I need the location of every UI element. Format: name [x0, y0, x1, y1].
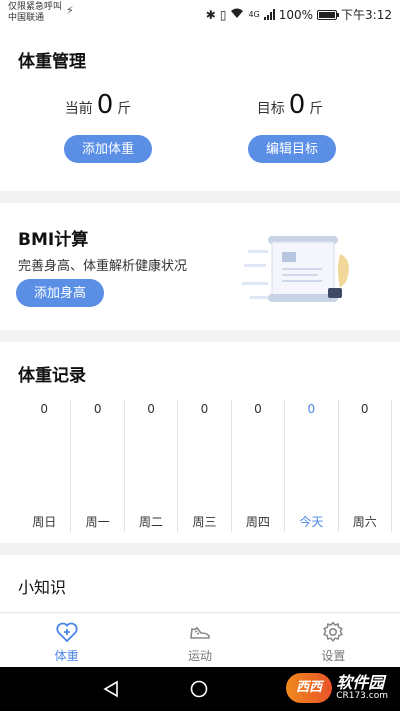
- watermark-site: CR173.com: [336, 691, 388, 701]
- signal-icon: [263, 9, 275, 20]
- watermark-brand: 软件园: [336, 673, 385, 692]
- day-column[interactable]: 0 周日: [18, 400, 72, 532]
- day-column[interactable]: 0 周四: [232, 400, 286, 532]
- bottom-tab-bar: 体重 运动 设置: [0, 612, 400, 667]
- current-weight-value: 0: [96, 90, 114, 120]
- tab-weight[interactable]: 体重: [0, 613, 133, 667]
- edit-target-button[interactable]: 编辑目标: [248, 135, 336, 163]
- add-weight-button[interactable]: 添加体重: [64, 135, 152, 163]
- battery-icon: [317, 9, 340, 20]
- network-type: 4G: [248, 10, 260, 19]
- battery-percent: 100%: [278, 7, 314, 22]
- current-weight-unit: 斤: [117, 101, 132, 117]
- clock: 下午3:12: [341, 8, 392, 22]
- day-label: 周日: [32, 515, 57, 529]
- add-height-button[interactable]: 添加身高: [16, 279, 104, 307]
- day-label: 周一: [85, 515, 110, 529]
- day-value: 0: [93, 402, 102, 416]
- watermark: 西西 软件园 CR173.com: [286, 673, 388, 703]
- weight-record-card: 体重记录 0 周日 0 周一 0 周二 0 周三 0 周四 0 今天 0 周六: [0, 342, 400, 543]
- day-label: 周三: [192, 515, 217, 529]
- bmi-card: BMI计算 完善身高、体重解析健康状况 添加身高: [0, 203, 400, 330]
- bluetooth-icon: ✱: [205, 7, 216, 22]
- tips-title: 小知识: [18, 578, 67, 597]
- current-weight: 当前 0 斤: [18, 90, 178, 120]
- usb-icon: ⚡: [66, 4, 74, 17]
- shoe-icon: [190, 626, 210, 639]
- tab-settings-label: 设置: [321, 649, 346, 663]
- day-label: 周四: [245, 515, 270, 529]
- weekly-record-chart: 0 周日 0 周一 0 周二 0 周三 0 周四 0 今天 0 周六: [18, 400, 392, 532]
- day-value: 0: [307, 402, 316, 416]
- day-value: 0: [200, 402, 209, 416]
- system-nav-bar: 西西 软件园 CR173.com: [0, 667, 400, 711]
- target-weight-value: 0: [288, 90, 306, 120]
- wifi-icon: [230, 8, 244, 22]
- day-label: 今天: [299, 515, 324, 529]
- gear-icon: [323, 621, 344, 642]
- day-value: 0: [360, 402, 369, 416]
- status-bar: 仅限紧急呼叫 中国联通 ⚡ ✱ ▯ 4G 100% 下午3:12: [0, 0, 400, 30]
- tab-exercise-label: 运动: [187, 649, 212, 663]
- day-value: 0: [40, 402, 49, 416]
- target-weight-label: 目标: [256, 101, 285, 117]
- tab-weight-label: 体重: [54, 649, 79, 663]
- heart-plus-icon: [56, 622, 78, 643]
- carrier-info: 仅限紧急呼叫 中国联通: [8, 2, 62, 24]
- bmi-title: BMI计算: [18, 230, 89, 250]
- weight-management-title: 体重管理: [18, 52, 86, 72]
- weight-management-card: 体重管理 当前 0 斤 目标 0 斤 添加体重 编辑目标: [0, 30, 400, 191]
- day-value: 0: [254, 402, 262, 416]
- home-icon[interactable]: [190, 680, 208, 698]
- carrier-emergency-text: 仅限紧急呼叫: [8, 2, 63, 12]
- day-value: 0: [147, 402, 155, 416]
- day-label: 周六: [352, 515, 377, 529]
- vibrate-icon: ▯: [219, 7, 227, 22]
- target-weight-unit: 斤: [309, 101, 324, 117]
- bmi-description: 完善身高、体重解析健康状况: [18, 259, 188, 274]
- back-icon[interactable]: [102, 680, 120, 698]
- day-label: 周二: [139, 515, 164, 529]
- tips-card[interactable]: 小知识: [0, 555, 400, 612]
- target-weight: 目标 0 斤: [210, 90, 370, 120]
- day-column[interactable]: 0 周六: [339, 400, 392, 532]
- day-column[interactable]: 0 周一: [71, 400, 125, 532]
- tab-settings[interactable]: 设置: [267, 613, 400, 667]
- scroll-quill-illustration: [242, 236, 349, 302]
- weight-record-title: 体重记录: [18, 366, 86, 386]
- current-weight-label: 当前: [64, 101, 93, 117]
- watermark-logo: 西西: [286, 673, 333, 703]
- tab-exercise[interactable]: 运动: [133, 613, 266, 667]
- day-column[interactable]: 0 周三: [178, 400, 232, 532]
- carrier-name: 中国联通: [8, 13, 45, 23]
- day-column[interactable]: 0 周二: [125, 400, 179, 532]
- status-indicators: ✱ ▯ 4G 100% 下午3:12: [206, 6, 392, 23]
- day-column-today[interactable]: 0 今天: [285, 400, 339, 532]
